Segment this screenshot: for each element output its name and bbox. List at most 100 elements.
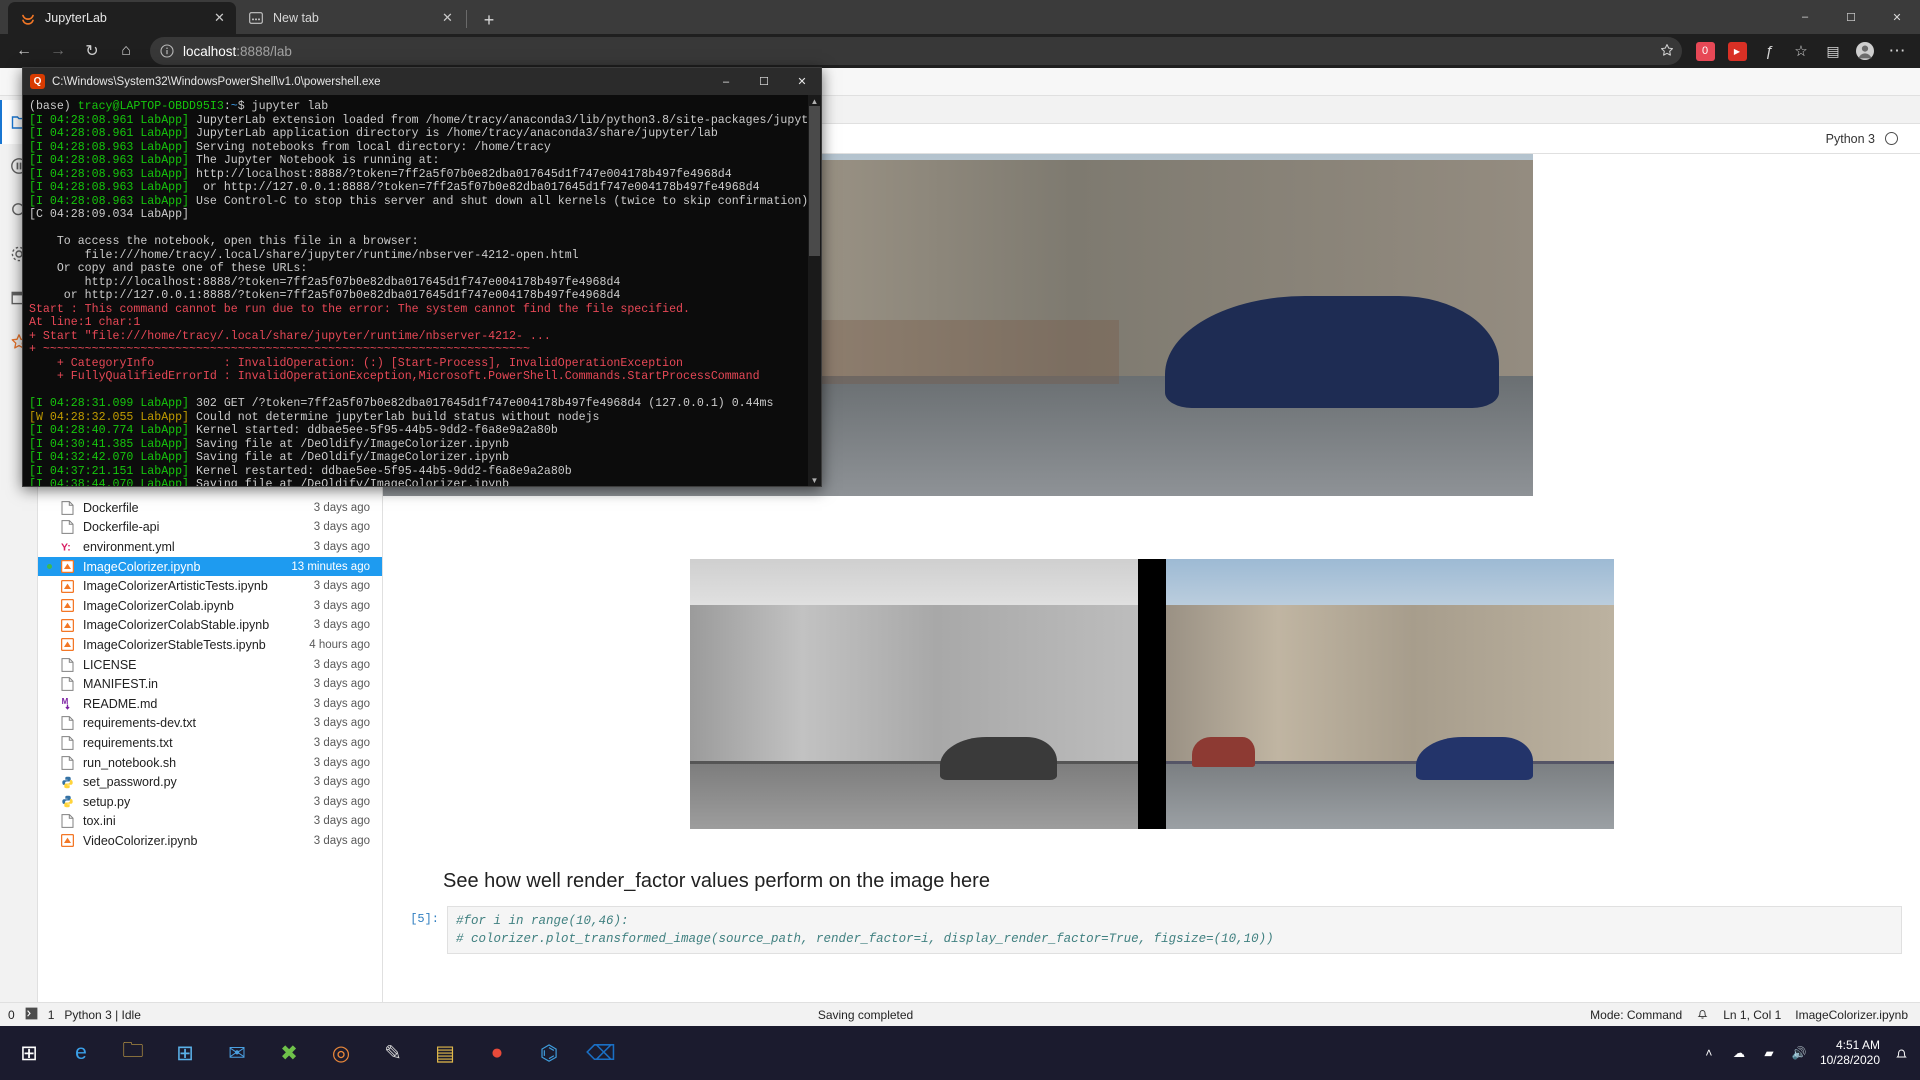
terminal-count-icon[interactable] [25, 1007, 38, 1023]
maximize-icon[interactable]: ☐ [745, 68, 783, 95]
kernel-status-icon[interactable] [1885, 132, 1898, 145]
star-icon[interactable] [1660, 43, 1674, 60]
close-window-icon[interactable]: ✕ [1874, 0, 1920, 34]
powershell-console-output[interactable]: (base) tracy@LAPTOP-OBDD95I3:~$ jupyter … [23, 95, 821, 486]
file-icon [60, 500, 75, 515]
refresh-icon[interactable]: ↻ [76, 36, 108, 66]
maximize-icon[interactable]: ☐ [1828, 0, 1874, 34]
statusbar-right: Mode: Command Ln 1, Col 1 ImageColorizer… [1590, 1007, 1920, 1023]
taskbar-clock[interactable]: 4:51 AM 10/28/2020 [1820, 1038, 1880, 1068]
powershell-titlebar[interactable]: Q C:\Windows\System32\WindowsPowerShell\… [23, 68, 821, 95]
desktop-screen: JupyterLab ✕ New tab ✕ + ‒ ☐ ✕ [0, 0, 1920, 1080]
paint-icon[interactable]: ✎ [370, 1030, 416, 1076]
console-line: To access the notebook, open this file i… [29, 235, 815, 249]
xbox-icon[interactable]: ✖ [266, 1030, 312, 1076]
close-icon[interactable]: ✕ [211, 10, 228, 27]
file-browser-row[interactable]: VideoColorizer.ipynb3 days ago [38, 831, 382, 851]
file-browser-row[interactable]: MREADME.md3 days ago [38, 694, 382, 714]
browser-navbar: ← → ↻ ⌂ localhost:8888/lab [0, 34, 1920, 68]
file-icon [60, 735, 75, 750]
home-icon[interactable]: ⌂ [110, 36, 142, 66]
file-modified-time: 3 days ago [314, 580, 370, 592]
show-hidden-icons-icon[interactable]: ˄ [1700, 1044, 1718, 1062]
yaml-icon: Y: [60, 539, 75, 554]
windows-taskbar: ⊞e🗀⊞✉✖◎✎▤●⌬⌫ ˄ ☁ ▰ 🔊 4:51 AM 10/28/2020 [0, 1026, 1920, 1080]
scroll-down-icon[interactable]: ▼ [808, 474, 821, 486]
firefox-icon[interactable]: ◎ [318, 1030, 364, 1076]
file-icon [60, 677, 75, 692]
kernel-status-text[interactable]: Python 3 | Idle [64, 1008, 141, 1022]
notes-icon[interactable]: ▤ [422, 1030, 468, 1076]
minimize-icon[interactable]: ‒ [707, 68, 745, 95]
favorites-icon[interactable]: ☆ [1786, 36, 1816, 66]
console-line [29, 222, 815, 236]
file-browser-row[interactable]: Y:environment.yml3 days ago [38, 537, 382, 557]
file-modified-time: 3 days ago [314, 600, 370, 612]
file-browser-row[interactable]: run_notebook.sh3 days ago [38, 753, 382, 773]
close-icon[interactable]: ✕ [439, 10, 456, 27]
chrome-icon[interactable]: ● [474, 1030, 520, 1076]
powershell-window[interactable]: Q C:\Windows\System32\WindowsPowerShell\… [22, 67, 822, 487]
cell-prompt: [5]: [383, 906, 447, 954]
file-browser-row[interactable]: requirements.txt3 days ago [38, 733, 382, 753]
notebook-mode-label[interactable]: Mode: Command [1590, 1008, 1682, 1022]
file-browser-row[interactable]: set_password.py3 days ago [38, 772, 382, 792]
volume-icon[interactable]: 🔊 [1790, 1044, 1808, 1062]
file-browser-row[interactable]: ImageColorizer.ipynb13 minutes ago [38, 557, 382, 577]
media-play-icon[interactable]: ▶ [1722, 36, 1752, 66]
file-browser-row[interactable]: ImageColorizerStableTests.ipynb4 hours a… [38, 635, 382, 655]
file-explorer-icon[interactable]: 🗀 [110, 1030, 156, 1076]
forward-icon[interactable]: → [42, 36, 74, 66]
taskbar-icons[interactable]: ⊞e🗀⊞✉✖◎✎▤●⌬⌫ [0, 1030, 624, 1076]
store-icon[interactable]: ⊞ [162, 1030, 208, 1076]
browser-tab-jupyterlab[interactable]: JupyterLab ✕ [8, 2, 236, 34]
grayscale-photo [690, 559, 1138, 829]
file-browser-row[interactable]: tox.ini3 days ago [38, 812, 382, 832]
file-modified-time: 3 days ago [314, 698, 370, 710]
scrollbar-thumb[interactable] [809, 106, 820, 256]
close-icon[interactable]: ✕ [783, 68, 821, 95]
console-line: or http://127.0.0.1:8888/?token=7ff2a5f0… [29, 289, 815, 303]
notification-icon[interactable] [1892, 1044, 1910, 1062]
file-browser-row[interactable]: MANIFEST.in3 days ago [38, 674, 382, 694]
onedrive-icon[interactable]: ☁ [1730, 1044, 1748, 1062]
file-name: Dockerfile [83, 501, 314, 515]
file-browser-row[interactable]: LICENSE3 days ago [38, 655, 382, 675]
file-browser-row[interactable]: Dockerfile3 days ago [38, 498, 382, 518]
file-name: VideoColorizer.ipynb [83, 834, 314, 848]
back-icon[interactable]: ← [8, 36, 40, 66]
file-browser-row[interactable]: requirements-dev.txt3 days ago [38, 714, 382, 734]
powershell-scrollbar[interactable]: ▲ ▼ [808, 95, 821, 486]
cursor-position-label[interactable]: Ln 1, Col 1 [1723, 1008, 1781, 1022]
file-browser-row[interactable]: ImageColorizerColabStable.ipynb3 days ag… [38, 616, 382, 636]
file-modified-time: 3 days ago [314, 502, 370, 514]
network-icon[interactable]: ▰ [1760, 1044, 1778, 1062]
settings-more-icon[interactable]: ⋯ [1882, 36, 1912, 66]
console-line: + CategoryInfo : InvalidOperation: (:) [… [29, 357, 815, 371]
browser-tab-newtab[interactable]: New tab ✕ [236, 2, 464, 34]
start-icon[interactable]: ⊞ [6, 1030, 52, 1076]
terminal-icon[interactable]: ⌬ [526, 1030, 572, 1076]
file-name: README.md [83, 697, 314, 711]
file-browser-row[interactable]: setup.py3 days ago [38, 792, 382, 812]
kernel-name-label[interactable]: Python 3 [1826, 132, 1875, 146]
info-icon[interactable] [160, 44, 174, 58]
new-tab-button[interactable]: + [475, 6, 503, 34]
math-solver-icon[interactable]: ƒ [1754, 36, 1784, 66]
console-line: [I 04:28:08.961 LabApp] JupyterLab appli… [29, 127, 815, 141]
file-browser-row[interactable]: ImageColorizerColab.ipynb3 days ago [38, 596, 382, 616]
mail-icon[interactable]: ✉ [214, 1030, 260, 1076]
profile-icon[interactable] [1850, 36, 1880, 66]
minimize-icon[interactable]: ‒ [1782, 0, 1828, 34]
powershell-icon[interactable]: ⌫ [578, 1030, 624, 1076]
statusbar-count-1: 1 [48, 1008, 55, 1022]
edge-icon[interactable]: e [58, 1030, 104, 1076]
file-browser-row[interactable]: Dockerfile-api3 days ago [38, 518, 382, 538]
shield-badge-icon[interactable]: 0 [1690, 36, 1720, 66]
collections-icon[interactable]: ▤ [1818, 36, 1848, 66]
address-bar[interactable]: localhost:8888/lab [150, 37, 1682, 65]
code-cell[interactable]: [5]: #for i in range(10,46): # colorizer… [383, 906, 1902, 954]
bell-icon[interactable] [1696, 1007, 1709, 1023]
file-browser-row[interactable]: ImageColorizerArtisticTests.ipynb3 days … [38, 576, 382, 596]
code-editor[interactable]: #for i in range(10,46): # colorizer.plot… [447, 906, 1902, 954]
